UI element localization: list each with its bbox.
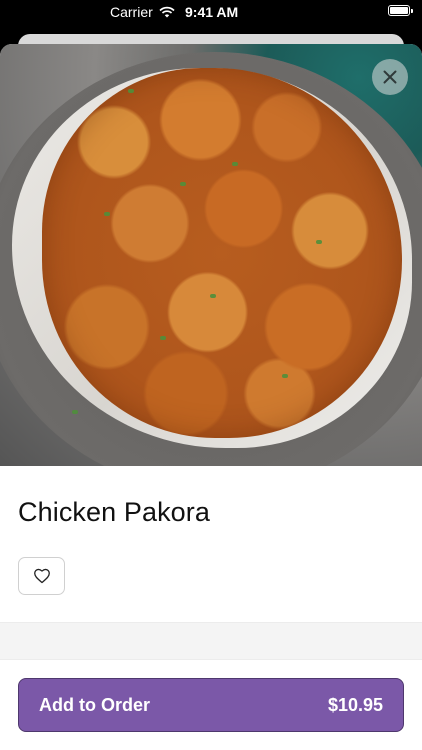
wifi-icon [159, 6, 175, 18]
photo-herb [180, 182, 186, 186]
favorite-button[interactable] [18, 557, 65, 595]
photo-herb [282, 374, 288, 378]
photo-herb [104, 212, 110, 216]
carrier-wifi-group: Carrier [110, 4, 175, 20]
item-detail-sheet: Chicken Pakora Add to Order $10.95 [0, 44, 422, 750]
heart-icon [33, 568, 50, 584]
photo-herb [232, 162, 238, 166]
battery-icon [388, 5, 413, 16]
price-label: $10.95 [327, 694, 383, 715]
battery-fill [390, 7, 408, 14]
app-screen: Carrier 9:41 AM Chicken Pakora Add to Or… [0, 0, 422, 750]
carrier-label: Carrier [110, 4, 153, 20]
close-icon [383, 70, 397, 84]
add-to-order-button[interactable]: Add to Order $10.95 [18, 678, 404, 732]
section-divider [0, 622, 422, 660]
photo-herb [160, 336, 166, 340]
status-bar: Carrier 9:41 AM [0, 0, 422, 24]
photo-herb [210, 294, 216, 298]
photo-herb [316, 240, 322, 244]
status-time: 9:41 AM [185, 4, 239, 20]
item-photo [0, 44, 422, 466]
add-to-order-label: Add to Order [39, 694, 150, 715]
photo-herb [72, 410, 78, 414]
item-title: Chicken Pakora [18, 497, 210, 527]
close-button[interactable] [372, 59, 408, 95]
photo-herb [128, 89, 134, 93]
